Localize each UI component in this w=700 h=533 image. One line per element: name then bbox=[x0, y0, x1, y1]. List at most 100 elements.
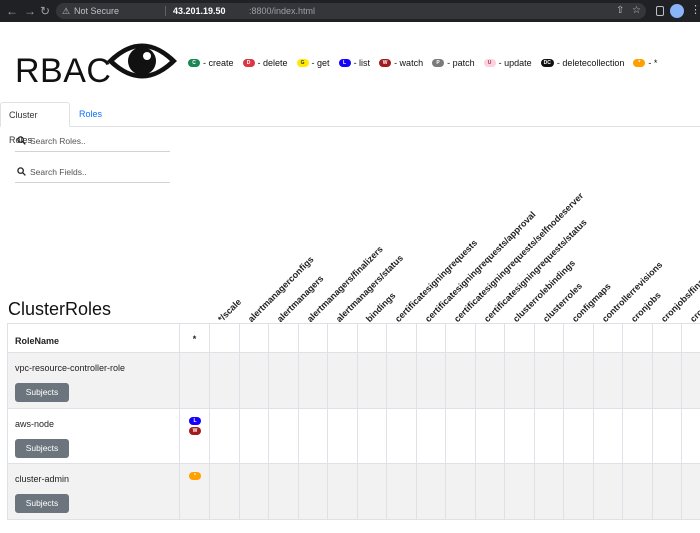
role-name-cell: cluster-admin Subjects bbox=[7, 464, 180, 520]
forward-icon[interactable]: → bbox=[24, 3, 36, 19]
permission-cell bbox=[328, 464, 358, 520]
search-icon bbox=[17, 136, 26, 145]
sidebar-icon[interactable] bbox=[656, 6, 664, 16]
permission-cell bbox=[623, 408, 653, 464]
legend-item: G- get bbox=[296, 58, 330, 68]
permission-cell bbox=[505, 408, 535, 464]
permission-header-cell bbox=[446, 323, 476, 353]
permission-cell bbox=[593, 408, 623, 464]
permission-cell bbox=[239, 353, 269, 409]
permission-cell bbox=[534, 353, 564, 409]
search-fields-input[interactable] bbox=[30, 165, 168, 179]
permission-cell bbox=[269, 464, 299, 520]
search-roles-input[interactable] bbox=[30, 134, 168, 148]
share-icon[interactable]: ⇧ bbox=[616, 3, 624, 19]
legend-label: - get bbox=[311, 58, 330, 68]
legend-item: * - * bbox=[633, 58, 657, 68]
tab-roles[interactable]: Roles bbox=[71, 102, 110, 127]
permission-cell bbox=[505, 353, 535, 409]
permission-cell bbox=[387, 353, 417, 409]
permission-cell bbox=[357, 408, 387, 464]
permission-cell bbox=[269, 353, 299, 409]
permission-header-cell bbox=[652, 323, 682, 353]
role-name: cluster-admin bbox=[15, 474, 70, 484]
permission-header-cell bbox=[623, 323, 653, 353]
permission-column-label: clusterroles bbox=[540, 280, 584, 324]
role-name-cell: vpc-resource-controller-role Subjects bbox=[7, 353, 180, 409]
permission-cell bbox=[682, 464, 700, 520]
legend-label: - patch bbox=[447, 58, 475, 68]
bookmark-star-icon[interactable]: ☆ bbox=[632, 3, 641, 19]
permission-cell bbox=[328, 353, 358, 409]
permission-cell bbox=[416, 408, 446, 464]
legend-badge: * bbox=[633, 59, 646, 67]
permission-header-cell bbox=[593, 323, 623, 353]
permission-cell bbox=[298, 353, 328, 409]
permission-cell bbox=[534, 464, 564, 520]
role-name: vpc-resource-controller-role bbox=[15, 363, 126, 373]
subjects-button[interactable]: Subjects bbox=[15, 383, 69, 402]
eye-icon bbox=[107, 43, 177, 79]
subjects-button[interactable]: Subjects bbox=[15, 494, 69, 513]
address-divider bbox=[165, 6, 166, 16]
permission-cell bbox=[357, 353, 387, 409]
permission-badge: * bbox=[189, 472, 201, 480]
permission-column-label: certificatesigningrequests/status bbox=[481, 217, 589, 324]
legend-label: - deletecollection bbox=[556, 58, 625, 68]
star-permission-cell bbox=[180, 353, 210, 409]
role-name-header: RoleName bbox=[15, 336, 60, 346]
permission-cell bbox=[623, 464, 653, 520]
permission-column-label: alertmanagers bbox=[274, 273, 326, 324]
profile-avatar[interactable] bbox=[670, 4, 684, 18]
permission-column-label: cronjobs/finalizers bbox=[658, 260, 700, 324]
search-roles-field bbox=[15, 132, 170, 152]
subjects-button[interactable]: Subjects bbox=[15, 438, 69, 458]
permission-cell bbox=[652, 464, 682, 520]
permission-column-label: certificatesigningrequests/selfnodeserve… bbox=[451, 190, 586, 324]
tab-cluster-roles[interactable]: Cluster Roles bbox=[0, 102, 70, 145]
legend-badge: D bbox=[242, 59, 255, 67]
app-title: RBAC bbox=[15, 52, 112, 90]
clusterroles-table: RoleName * vpc-resource-controller-role Sub… bbox=[7, 323, 700, 533]
permission-column-label: */scale bbox=[215, 296, 244, 324]
permission-badge: L bbox=[189, 416, 201, 425]
permission-badge: W bbox=[189, 426, 201, 435]
permission-header-cell bbox=[269, 323, 299, 353]
permission-cell bbox=[446, 353, 476, 409]
legend-item: P- patch bbox=[432, 58, 475, 68]
star-header-cell: * bbox=[180, 323, 210, 353]
back-icon[interactable]: ← bbox=[6, 3, 18, 19]
permission-cell bbox=[446, 464, 476, 520]
legend-item: W- watch bbox=[379, 58, 423, 68]
permission-cell bbox=[269, 408, 299, 464]
address-bar[interactable]: ⚠ Not Secure 43.201.19.50 :8800/index.ht… bbox=[56, 3, 646, 19]
permission-column-label: alertmanagers/finalizers bbox=[304, 244, 385, 324]
role-name-cell: aws-node Subjects bbox=[7, 408, 180, 464]
legend-item: C- create bbox=[188, 58, 234, 68]
permission-cell bbox=[416, 353, 446, 409]
permission-cell bbox=[623, 353, 653, 409]
browser-menu-icon[interactable]: ⋮ bbox=[690, 3, 700, 16]
search-icon bbox=[17, 167, 26, 176]
permission-header-cell bbox=[416, 323, 446, 353]
permission-cell bbox=[475, 408, 505, 464]
permission-column-label: clusterrolebindings bbox=[510, 257, 578, 324]
permission-column-label: alertmanagerconfigs bbox=[245, 254, 316, 324]
legend-item: D- delete bbox=[242, 58, 288, 68]
permission-header-cell bbox=[298, 323, 328, 353]
permission-header-cell bbox=[239, 323, 269, 353]
permission-cell bbox=[298, 408, 328, 464]
legend-badge: G bbox=[296, 59, 309, 67]
legend-item: U- update bbox=[483, 58, 532, 68]
reload-icon[interactable]: ↻ bbox=[40, 3, 50, 19]
legend-badge: C bbox=[188, 59, 200, 67]
security-label: Not Secure bbox=[74, 6, 120, 16]
permission-column-label: cronjobs/status bbox=[687, 269, 700, 324]
legend-badge: DC bbox=[540, 59, 554, 67]
warning-icon: ⚠ bbox=[62, 6, 71, 16]
legend-item: DC - deletecollection bbox=[540, 58, 625, 68]
permission-header-cell bbox=[210, 323, 240, 353]
legend-badge: L bbox=[338, 59, 351, 67]
permission-header-cell bbox=[564, 323, 594, 353]
permission-cell bbox=[210, 408, 240, 464]
